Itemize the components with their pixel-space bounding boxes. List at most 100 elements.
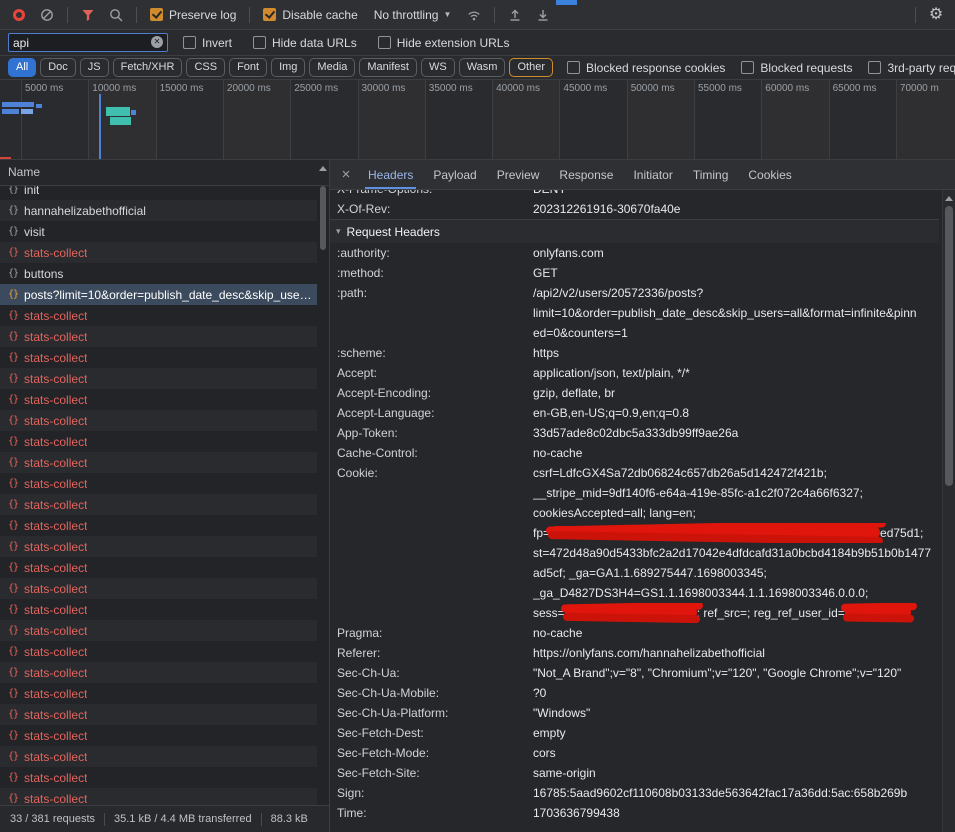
blocked-requests-checkbox[interactable]	[741, 61, 754, 74]
hide-data-urls-toggle[interactable]: Hide data URLs	[253, 36, 357, 50]
details-scrollbar[interactable]	[942, 190, 955, 832]
header-name: Cache-Control:	[337, 443, 533, 463]
blocked-requests-toggle[interactable]: Blocked requests	[741, 61, 852, 75]
type-chip-all[interactable]: All	[8, 58, 36, 77]
request-row[interactable]: {}posts?limit=10&order=publish_date_desc…	[0, 284, 317, 305]
request-row[interactable]: {}stats-collect	[0, 620, 317, 641]
type-chip-css[interactable]: CSS	[186, 58, 225, 77]
request-row[interactable]: {}stats-collect	[0, 242, 317, 263]
request-row[interactable]: {}stats-collect	[0, 641, 317, 662]
type-chip-font[interactable]: Font	[229, 58, 267, 77]
tab-response[interactable]: Response	[549, 160, 623, 189]
request-row[interactable]: {}stats-collect	[0, 557, 317, 578]
type-chip-doc[interactable]: Doc	[40, 58, 76, 77]
json-braces-icon: {}	[8, 646, 18, 657]
request-row[interactable]: {}stats-collect	[0, 326, 317, 347]
type-chip-wasm[interactable]: Wasm	[459, 58, 506, 77]
overview-strip[interactable]: 5000 ms10000 ms15000 ms20000 ms25000 ms3…	[0, 80, 955, 160]
request-row[interactable]: {}stats-collect	[0, 368, 317, 389]
request-row[interactable]: {}stats-collect	[0, 704, 317, 725]
request-row[interactable]: {}stats-collect	[0, 536, 317, 557]
clear-filter-icon[interactable]: ✕	[151, 36, 163, 48]
request-row[interactable]: {}stats-collect	[0, 788, 317, 805]
tab-cookies[interactable]: Cookies	[738, 160, 801, 189]
waterfall-bar	[131, 110, 136, 115]
focus-highlight-bar	[556, 0, 577, 5]
type-chip-fetch-xhr[interactable]: Fetch/XHR	[113, 58, 183, 77]
scrollbar-thumb[interactable]	[320, 186, 326, 250]
tab-initiator[interactable]: Initiator	[623, 160, 682, 189]
request-row[interactable]: {}stats-collect	[0, 452, 317, 473]
hide-extension-urls-checkbox[interactable]	[378, 36, 391, 49]
preserve-log-label: Preserve log	[169, 8, 236, 22]
request-row[interactable]: {}stats-collect	[0, 515, 317, 536]
request-row[interactable]: {}stats-collect	[0, 347, 317, 368]
filter-input[interactable]	[13, 36, 149, 50]
close-details-button[interactable]: ×	[334, 161, 358, 189]
invert-toggle[interactable]: Invert	[183, 36, 232, 50]
type-chip-img[interactable]: Img	[271, 58, 305, 77]
import-har-button[interactable]	[502, 3, 528, 27]
tab-headers[interactable]: Headers	[358, 160, 423, 189]
request-row[interactable]: {}stats-collect	[0, 599, 317, 620]
request-row[interactable]: {}stats-collect	[0, 578, 317, 599]
request-row[interactable]: {}stats-collect	[0, 305, 317, 326]
invert-checkbox[interactable]	[183, 36, 196, 49]
disable-cache-toggle[interactable]: Disable cache	[263, 8, 357, 22]
request-row[interactable]: {}init	[0, 186, 317, 200]
type-chip-manifest[interactable]: Manifest	[359, 58, 417, 77]
network-conditions-button[interactable]	[461, 3, 487, 27]
advanced-filters: Blocked response cookies Blocked requests…	[567, 61, 955, 75]
header-value: "Windows"	[533, 703, 939, 723]
record-button[interactable]	[6, 3, 32, 27]
search-button[interactable]	[103, 3, 129, 27]
3rd-party-requests-checkbox[interactable]	[868, 61, 881, 74]
tab-payload[interactable]: Payload	[423, 160, 486, 189]
header-value: "Not_A Brand";v="8", "Chromium";v="120",…	[533, 663, 939, 683]
type-chip-other[interactable]: Other	[509, 58, 553, 77]
clear-button[interactable]	[34, 3, 60, 27]
disable-cache-checkbox[interactable]	[263, 8, 276, 21]
throttling-select[interactable]: No throttling ▼	[374, 8, 452, 22]
settings-button[interactable]: ⚙	[923, 3, 949, 27]
blocked-response-cookies-checkbox[interactable]	[567, 61, 580, 74]
requests-scrollbar[interactable]	[317, 160, 329, 805]
type-chip-media[interactable]: Media	[309, 58, 355, 77]
header-name: :path:	[337, 283, 533, 343]
hide-extension-urls-label: Hide extension URLs	[397, 36, 510, 50]
request-row[interactable]: {}stats-collect	[0, 746, 317, 767]
json-braces-icon: {}	[8, 583, 18, 594]
request-row[interactable]: {}stats-collect	[0, 389, 317, 410]
tab-preview[interactable]: Preview	[487, 160, 550, 189]
request-row[interactable]: {}stats-collect	[0, 494, 317, 515]
request-headers-section[interactable]: ▾ Request Headers	[330, 219, 939, 243]
request-row[interactable]: {}stats-collect	[0, 473, 317, 494]
preserve-log-toggle[interactable]: Preserve log	[150, 8, 236, 22]
header-value-line: ed=0&counters=1	[533, 323, 935, 343]
request-row[interactable]: {}stats-collect	[0, 431, 317, 452]
request-row[interactable]: {}stats-collect	[0, 725, 317, 746]
request-row[interactable]: {}stats-collect	[0, 767, 317, 788]
header-value-line: _ga_D4827DS3H4=GS1.1.1698003344.1.1.1698…	[533, 583, 935, 603]
preserve-log-checkbox[interactable]	[150, 8, 163, 21]
filter-toggle-button[interactable]	[75, 3, 101, 27]
hide-data-urls-checkbox[interactable]	[253, 36, 266, 49]
scrollbar-thumb[interactable]	[945, 206, 953, 486]
blocked-response-cookies-toggle[interactable]: Blocked response cookies	[567, 61, 725, 75]
type-chip-ws[interactable]: WS	[421, 58, 455, 77]
header-row: :method:GET	[330, 263, 939, 283]
export-har-button[interactable]	[530, 3, 556, 27]
3rd-party-requests-toggle[interactable]: 3rd-party requests	[868, 61, 955, 75]
request-row[interactable]: {}stats-collect	[0, 662, 317, 683]
type-chip-js[interactable]: JS	[80, 58, 109, 77]
request-row[interactable]: {}hannahelizabethofficial	[0, 200, 317, 221]
filter-icon	[81, 8, 95, 22]
name-column-header[interactable]: Name	[0, 160, 329, 186]
request-row[interactable]: {}stats-collect	[0, 683, 317, 704]
waterfall-bar	[36, 104, 42, 108]
request-row[interactable]: {}buttons	[0, 263, 317, 284]
hide-extension-urls-toggle[interactable]: Hide extension URLs	[378, 36, 510, 50]
tab-timing[interactable]: Timing	[683, 160, 739, 189]
request-row[interactable]: {}stats-collect	[0, 410, 317, 431]
request-row[interactable]: {}visit	[0, 221, 317, 242]
